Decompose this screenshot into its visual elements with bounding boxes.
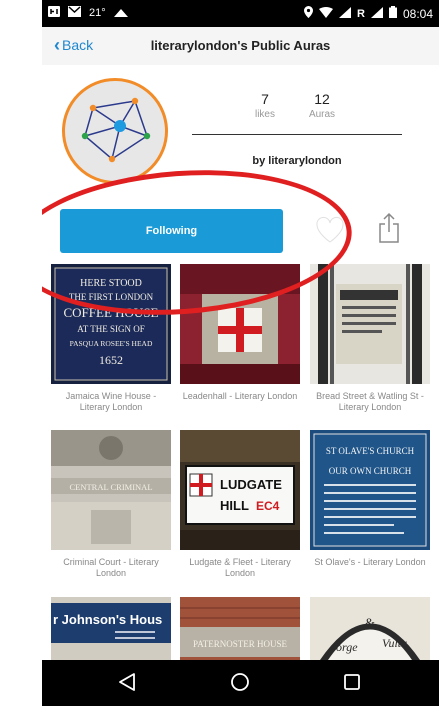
plaque-line: EC4 [256,499,280,513]
plaque-line: r Johnson's Hous [53,612,162,627]
aura-thumbnail[interactable]: LUDGATE HILL EC4 [180,430,300,550]
battery-icon [388,6,397,21]
aura-tile[interactable]: r Johnson's Hous [51,597,171,660]
following-button[interactable]: Following [60,209,283,253]
auras-count: 12 [314,91,330,107]
plaque-line: LUDGATE [220,477,282,492]
location-icon [304,6,314,21]
plaque-line: ST OLAVE'S CHURCH [326,446,415,456]
avatar [62,78,168,184]
plaque-line: Vultu [382,636,407,650]
aura-tile[interactable]: CENTRAL CRIMINAL Criminal Court - Litera… [51,430,171,579]
aura-tile[interactable]: Leadenhall - Literary London [180,264,300,402]
aura-caption: Criminal Court - Literary London [63,557,159,578]
plaque-line: HILL [220,498,249,513]
aura-tile[interactable]: Bread Street & Watling St - Literary Lon… [310,264,430,413]
wifi-icon [319,6,334,21]
aura-tile[interactable]: PATERNOSTER HOUSE [180,597,300,660]
clock: 08:04 [402,6,433,21]
aura-thumbnail[interactable]: CENTRAL CRIMINAL [51,430,171,550]
roaming-label: R [357,7,365,20]
likes-label: likes [254,109,275,120]
plaque-line: THE FIRST LONDON [69,292,154,302]
aura-network-icon [81,97,151,163]
plaque-line: PATERNOSTER HOUSE [193,639,287,649]
plaque-line: AT THE SIGN OF [77,324,144,334]
signal-icon [339,6,352,21]
aura-tile[interactable]: orge & Vultu [310,597,430,660]
aura-caption: Ludgate & Fleet - Literary London [189,557,291,578]
plaque-line: 1652 [99,353,123,367]
app-window: 21° R 08:04 ‹ Back literarylondon's Publ… [42,0,439,706]
aura-tile[interactable]: HERE STOOD THE FIRST LONDON COFFEE HOUSE… [51,264,171,413]
aura-thumbnail[interactable] [310,264,430,384]
divider [192,134,402,135]
plaque-line: PASQUA ROSEE'S HEAD [70,339,153,348]
plaque-line: HERE STOOD [80,278,142,289]
notification-icon [48,6,60,20]
plaque-line: orge [336,640,358,654]
plaque-line: OUR OWN CHURCH [329,466,412,476]
aura-thumbnail[interactable] [180,264,300,384]
aura-caption: Leadenhall - Literary London [182,391,298,401]
auras-stat[interactable]: 12 Auras [292,91,352,120]
back-triangle-icon[interactable] [118,672,136,697]
recents-square-icon[interactable] [344,674,360,695]
aura-thumbnail[interactable]: HERE STOOD THE FIRST LONDON COFFEE HOUSE… [51,264,171,384]
heart-icon[interactable] [315,216,345,244]
home-circle-icon[interactable] [230,672,250,697]
auras-label: Auras [308,109,336,120]
navigation-bar: ‹ Back literarylondon's Public Auras [42,27,439,65]
aura-thumbnail[interactable]: r Johnson's Hous [51,597,171,660]
screen: 21° R 08:04 ‹ Back literarylondon's Publ… [0,0,439,706]
status-bar: 21° R 08:04 [42,0,439,27]
aura-thumbnail[interactable]: ST OLAVE'S CHURCH OUR OWN CHURCH [310,430,430,550]
aura-tile[interactable]: LUDGATE HILL EC4 Ludgate & Fleet - Liter… [180,430,300,579]
page-title: literarylondon's Public Auras [150,38,331,53]
likes-stat[interactable]: 7 likes [235,91,295,120]
aura-caption: St Olave's - Literary London [314,557,426,567]
byline: by literarylondon [252,155,342,167]
plaque-line: CENTRAL CRIMINAL [69,482,152,492]
aura-caption: Jamaica Wine House - Literary London [65,391,157,412]
share-icon[interactable] [378,212,400,244]
system-navigation-bar [42,660,439,706]
gmail-icon [68,6,81,20]
signal-icon-2 [370,6,383,21]
aura-caption: Bread Street & Watling St - Literary Lon… [316,391,424,412]
temperature: 21° [89,7,106,19]
aura-thumbnail[interactable]: orge & Vultu [310,597,430,660]
aura-thumbnail[interactable]: PATERNOSTER HOUSE [180,597,300,660]
plaque-line: COFFEE HOUSE [64,305,159,320]
likes-count: 7 [261,91,269,107]
aura-tile[interactable]: ST OLAVE'S CHURCH OUR OWN CHURCH St Olav… [310,430,430,568]
weather-cloud-icon [113,6,128,20]
plaque-line: & [365,615,375,630]
